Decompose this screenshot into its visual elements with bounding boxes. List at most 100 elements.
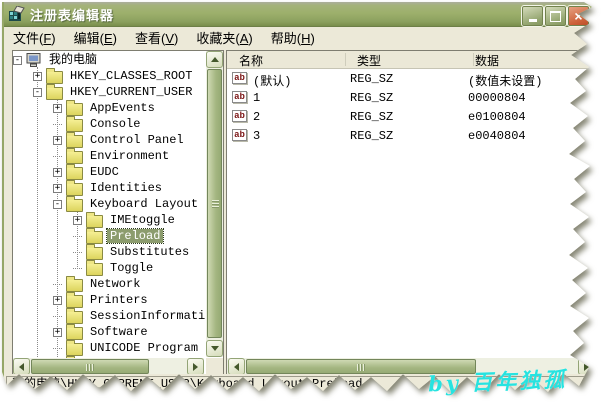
arrow-left-icon — [234, 363, 239, 371]
column-header-data[interactable]: 数据 — [475, 52, 499, 69]
value-row-2[interactable]: ab2REG_SZe0100804 — [227, 108, 597, 127]
tree-item-label[interactable]: Identities — [87, 181, 165, 195]
column-header-type[interactable]: 类型 — [357, 52, 381, 69]
tree-item-label[interactable]: Control Panel — [87, 133, 187, 147]
column-separator[interactable] — [345, 53, 346, 66]
scroll-left-button[interactable] — [13, 358, 30, 375]
tree-item-Keyboard Layout[interactable]: - Keyboard Layout — [13, 196, 205, 212]
value-data: e0100804 — [468, 110, 526, 124]
scrollbar-corner — [206, 358, 223, 375]
tree-item-Identities[interactable]: + Identities — [13, 180, 205, 196]
tree-item-label[interactable]: UNICODE Program Gro — [87, 341, 205, 355]
tree-item-Environment[interactable]: Environment — [13, 148, 205, 164]
tree-vertical-scrollbar[interactable] — [206, 51, 223, 357]
tree-item-SessionInformation[interactable]: SessionInformation — [13, 308, 205, 324]
scroll-right-button[interactable] — [578, 358, 595, 375]
tree-item-label[interactable]: Substitutes — [107, 245, 192, 259]
tree-item-Software[interactable]: + Software — [13, 324, 205, 340]
open-folder-icon — [86, 231, 103, 244]
expand-icon[interactable]: + — [53, 184, 62, 193]
tree-horizontal-scrollbar[interactable] — [13, 358, 204, 375]
folder-icon — [66, 327, 83, 340]
value-row-3[interactable]: ab3REG_SZe0040804 — [227, 127, 597, 146]
tree-item-label[interactable]: IMEtoggle — [107, 213, 178, 227]
folder-icon — [66, 151, 83, 164]
arrow-up-icon — [211, 57, 219, 62]
title-bar[interactable]: 注册表编辑器 × — [4, 2, 598, 27]
tree-item-label[interactable]: SessionInformation — [87, 309, 205, 323]
value-row-(默认)[interactable]: ab(默认)REG_SZ(数值未设置) — [227, 70, 597, 89]
list-header: 名称 类型 数据 — [227, 51, 597, 69]
tree-item-我的电脑[interactable]: - 我的电脑 — [13, 52, 205, 68]
scroll-up-button[interactable] — [206, 51, 223, 68]
tree-item-Console[interactable]: Console — [13, 116, 205, 132]
column-header-name[interactable]: 名称 — [239, 52, 263, 69]
tree-item-label[interactable]: Network — [87, 277, 143, 291]
tree-item-Substitutes[interactable]: Substitutes — [13, 244, 205, 260]
tree-item-label[interactable]: AppEvents — [87, 101, 158, 115]
value-data: (数值未设置) — [468, 72, 542, 89]
close-button[interactable]: × — [567, 5, 590, 27]
tree-item-label[interactable]: Software — [87, 325, 151, 339]
regedit-app-icon — [8, 6, 25, 22]
tree-item-label[interactable]: Printers — [87, 293, 151, 307]
expand-icon[interactable]: + — [53, 296, 62, 305]
tree-item-UNICODE Program Gro[interactable]: UNICODE Program Gro — [13, 340, 205, 356]
tree-item-label[interactable]: Preload — [107, 229, 163, 243]
my-computer-icon — [26, 53, 42, 67]
thumb-grip — [86, 364, 94, 371]
close-icon: × — [574, 9, 582, 23]
column-separator[interactable] — [473, 53, 474, 66]
tree-item-label[interactable]: Environment — [87, 149, 172, 163]
maximize-button[interactable] — [544, 5, 567, 27]
expand-icon[interactable]: + — [53, 104, 62, 113]
value-type: REG_SZ — [350, 110, 393, 124]
tree-vscroll-thumb[interactable] — [207, 69, 222, 338]
expand-icon[interactable]: + — [73, 216, 82, 225]
tree-hscroll-thumb[interactable] — [31, 359, 149, 374]
tree-item-label[interactable]: HKEY_CURRENT_USER — [67, 85, 195, 99]
tree-item-AppEvents[interactable]: + AppEvents — [13, 100, 205, 116]
minimize-button[interactable] — [521, 5, 544, 27]
tree-item-label[interactable]: 我的电脑 — [46, 53, 100, 67]
expand-icon[interactable]: + — [53, 136, 62, 145]
scroll-right-button[interactable] — [187, 358, 204, 375]
menu-view[interactable]: 查看(V) — [126, 26, 187, 49]
collapse-icon[interactable]: - — [13, 56, 22, 65]
folder-icon — [66, 295, 83, 308]
value-row-1[interactable]: ab1REG_SZ00000804 — [227, 89, 597, 108]
tree-item-label[interactable]: Keyboard Layout — [87, 197, 201, 211]
tree-item-Preload[interactable]: Preload — [13, 228, 205, 244]
expand-icon[interactable]: + — [33, 72, 42, 81]
arrow-left-icon — [19, 363, 24, 371]
tree-item-IMEtoggle[interactable]: + IMEtoggle — [13, 212, 205, 228]
tree-item-HKEY_CURRENT_USER[interactable]: - HKEY_CURRENT_USER — [13, 84, 205, 100]
window-title: 注册表编辑器 — [30, 5, 114, 24]
scroll-down-button[interactable] — [206, 340, 223, 357]
tree-item-Control Panel[interactable]: + Control Panel — [13, 132, 205, 148]
folder-icon — [46, 71, 63, 84]
menu-favorites[interactable]: 收藏夹(A) — [187, 26, 261, 49]
expand-icon[interactable]: + — [53, 168, 62, 177]
menu-edit[interactable]: 编辑(E) — [65, 26, 126, 49]
tree-item-label[interactable]: Console — [87, 117, 143, 131]
folder-icon — [66, 135, 83, 148]
collapse-icon[interactable]: - — [53, 200, 62, 209]
folder-icon — [66, 199, 83, 212]
menu-help[interactable]: 帮助(H) — [262, 26, 324, 49]
tree-item-Toggle[interactable]: Toggle — [13, 260, 205, 276]
collapse-icon[interactable]: - — [33, 88, 42, 97]
folder-icon — [66, 343, 83, 356]
tree-item-EUDC[interactable]: + EUDC — [13, 164, 205, 180]
tree-item-Network[interactable]: Network — [13, 276, 205, 292]
tree-item-label[interactable]: Toggle — [107, 261, 156, 275]
tree-item-HKEY_CLASSES_ROOT[interactable]: + HKEY_CLASSES_ROOT — [13, 68, 205, 84]
folder-icon — [86, 263, 103, 276]
tree-item-label[interactable]: EUDC — [87, 165, 122, 179]
menu-file[interactable]: 文件(F) — [4, 26, 65, 49]
scroll-left-button[interactable] — [228, 358, 245, 375]
tree-item-Printers[interactable]: + Printers — [13, 292, 205, 308]
value-name: 2 — [253, 110, 260, 124]
expand-icon[interactable]: + — [53, 328, 62, 337]
tree-item-label[interactable]: HKEY_CLASSES_ROOT — [67, 69, 195, 83]
